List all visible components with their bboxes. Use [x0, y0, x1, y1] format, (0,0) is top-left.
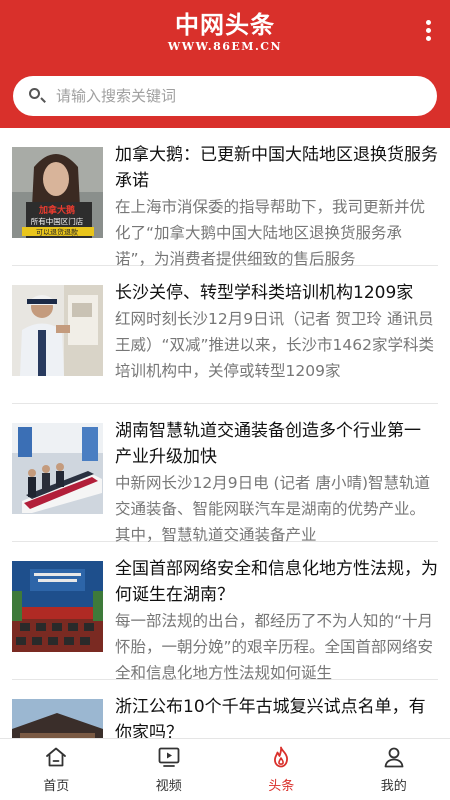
- tab-home[interactable]: 首页: [0, 739, 113, 800]
- news-summary: 红网时刻长沙12月9日讯（记者 贺卫玲 通讯员 王威）“双减”推进以来，长沙市1…: [115, 310, 435, 380]
- thumb-caption: 所有中国区门店: [31, 216, 84, 226]
- tab-label: 头条: [268, 779, 295, 794]
- app-url: WWW.86EM.CN: [167, 40, 283, 53]
- more-dot-icon: [425, 28, 431, 33]
- search-icon: [28, 87, 46, 105]
- tab-label: 视频: [155, 779, 182, 794]
- bottom-tab-bar: 首页 视频 头条 我的: [0, 738, 450, 800]
- app-title: 中网头条: [175, 10, 275, 39]
- tab-profile[interactable]: 我的: [338, 739, 450, 800]
- tab-video[interactable]: 视频: [113, 739, 226, 800]
- news-title[interactable]: 长沙关停、转型学科类培训机构1209家: [115, 280, 438, 306]
- news-summary: 中新网长沙12月9日电 (记者 唐小晴)智慧轨道交通装备、智能网联汽车是湖南的优…: [115, 474, 431, 544]
- tab-label: 我的: [380, 779, 407, 794]
- news-item[interactable]: 湖南智慧轨道交通装备创造多个行业第一 产业升级加快 中新网长沙12月9日电 (记…: [12, 404, 438, 544]
- news-thumbnail: [12, 423, 103, 514]
- news-title[interactable]: 湖南智慧轨道交通装备创造多个行业第一 产业升级加快: [115, 418, 438, 470]
- news-summary: 每一部法规的出台，都经历了不为人知的“十月怀胎，一朝分娩”的艰辛历程。全国首部网…: [115, 612, 434, 682]
- news-item[interactable]: 浙江公布10个千年古城复兴试点名单，有你家吗？: [12, 680, 438, 738]
- news-title[interactable]: 浙江公布10个千年古城复兴试点名单，有你家吗？: [115, 694, 438, 738]
- search-input[interactable]: [56, 87, 416, 105]
- news-thumbnail: [12, 285, 103, 376]
- brand-logo: 中网头条 WWW.86EM.CN: [0, 10, 450, 54]
- tab-headlines[interactable]: 头条: [225, 739, 338, 800]
- news-thumbnail: [12, 561, 103, 652]
- more-dot-icon: [425, 36, 431, 41]
- news-item[interactable]: 加拿大鹅 所有中国区门店 可以退货退款 加拿大鹅：已更新中国大陆地区退换货服务承…: [12, 128, 438, 268]
- news-item[interactable]: 长沙关停、转型学科类培训机构1209家 红网时刻长沙12月9日讯（记者 贺卫玲 …: [12, 266, 438, 404]
- video-icon: [158, 747, 180, 767]
- more-dot-icon: [425, 20, 431, 25]
- app-header: 中网头条 WWW.86EM.CN: [0, 0, 450, 128]
- news-thumbnail: [12, 699, 103, 738]
- news-feed: 加拿大鹅 所有中国区门店 可以退货退款 加拿大鹅：已更新中国大陆地区退换货服务承…: [0, 128, 450, 738]
- search-bar[interactable]: [13, 76, 437, 116]
- news-item[interactable]: 全国首部网络安全和信息化地方性法规，为何诞生在湖南？ 每一部法规的出台，都经历了…: [12, 542, 438, 682]
- news-title[interactable]: 加拿大鹅：已更新中国大陆地区退换货服务承诺: [115, 142, 438, 194]
- news-title[interactable]: 全国首部网络安全和信息化地方性法规，为何诞生在湖南？: [115, 556, 438, 608]
- more-menu-button[interactable]: [422, 20, 434, 46]
- flame-icon: [274, 746, 289, 768]
- news-thumbnail: 加拿大鹅 所有中国区门店 可以退货退款: [12, 147, 103, 238]
- home-icon: [46, 747, 67, 767]
- user-icon: [384, 747, 404, 768]
- thumb-caption: 加拿大鹅: [38, 204, 75, 216]
- news-summary: 在上海市消保委的指导帮助下，我司更新并优化了“加拿大鹅中国大陆地区退换货服务承诺…: [115, 198, 426, 268]
- thumb-caption: 可以退货退款: [36, 228, 78, 237]
- tab-label: 首页: [43, 779, 70, 794]
